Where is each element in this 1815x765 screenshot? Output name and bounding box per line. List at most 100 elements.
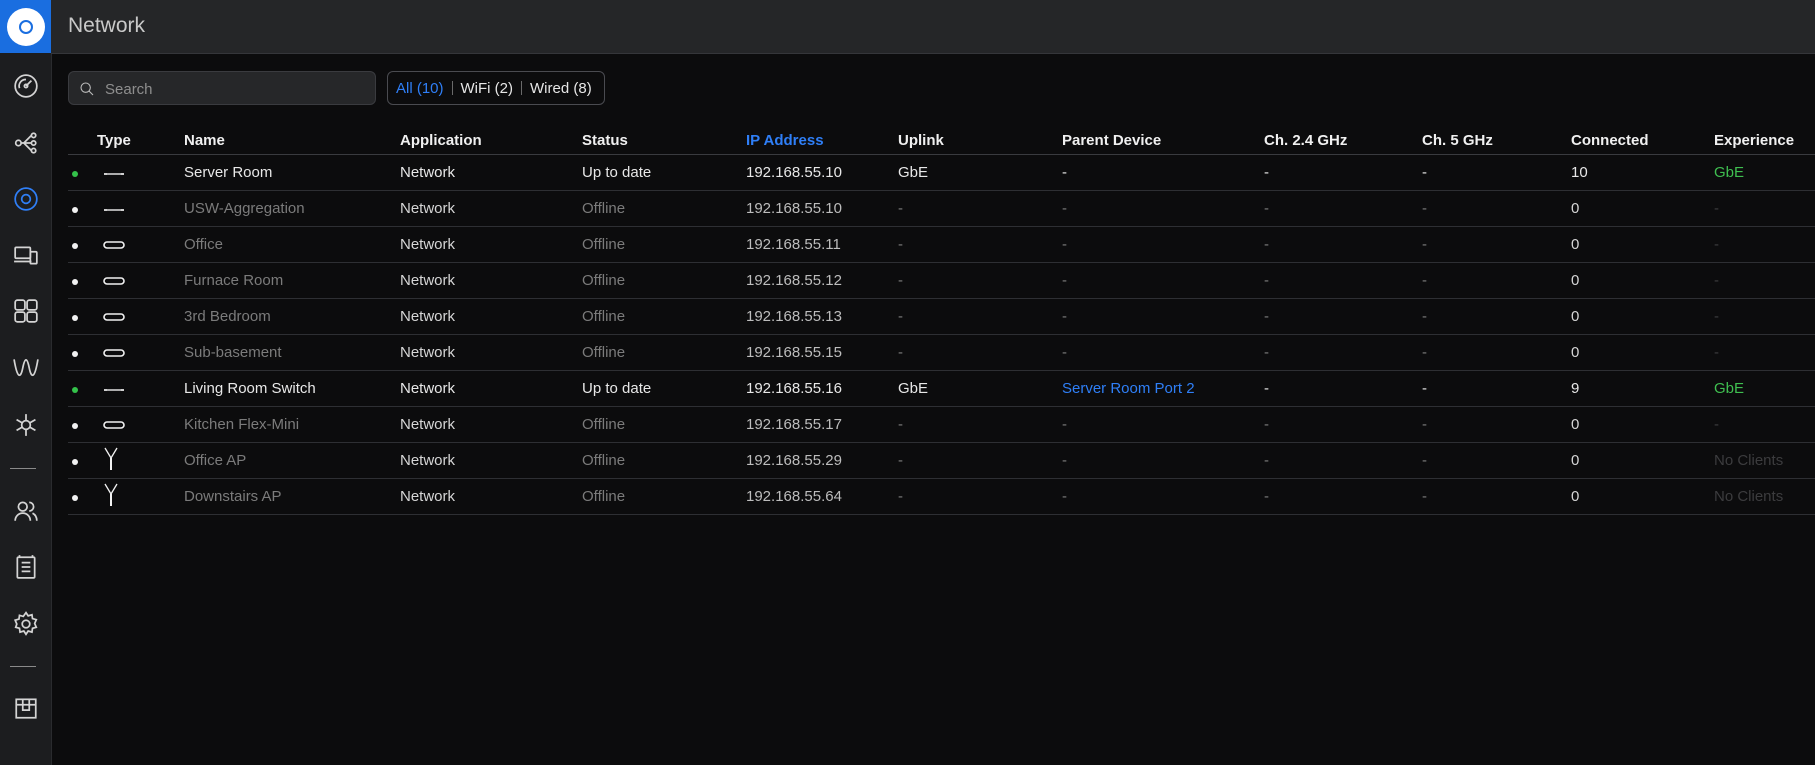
column-ip-address[interactable]: IP Address — [746, 126, 898, 155]
column-parent-device[interactable]: Parent Device — [1062, 126, 1264, 155]
devices-icon[interactable] — [0, 179, 51, 219]
filter-wifi[interactable]: WiFi (2) — [461, 80, 514, 97]
device-ch-5ghz: - — [1422, 370, 1571, 407]
device-name[interactable]: 3rd Bedroom — [184, 298, 400, 335]
switch-icon — [103, 164, 125, 181]
device-status: Offline — [582, 478, 746, 515]
search-box[interactable] — [68, 71, 376, 106]
column-ch-5ghz[interactable]: Ch. 5 GHz — [1422, 126, 1571, 155]
device-name[interactable]: USW-Aggregation — [184, 190, 400, 227]
status-dot-cell — [68, 262, 97, 299]
device-uplink: - — [898, 442, 1062, 479]
table-row[interactable]: Office AP Network Offline 192.168.55.29- - - -… — [68, 442, 1815, 479]
flex-mini-icon — [103, 272, 125, 289]
device-uplink: - — [898, 226, 1062, 263]
device-experience: GbE — [1714, 370, 1815, 407]
column-status[interactable]: Status — [582, 126, 746, 155]
device-parent: - — [1062, 406, 1264, 443]
device-parent: - — [1062, 190, 1264, 227]
filter-all[interactable]: All (10) — [396, 80, 444, 97]
status-dot-cell — [68, 334, 97, 371]
device-name[interactable]: Sub-basement — [184, 334, 400, 371]
device-experience: - — [1714, 298, 1815, 335]
table-row[interactable]: Living Room Switch Network Up to date 192.1… — [68, 370, 1815, 407]
device-ip-address: 192.168.55.17 — [746, 406, 898, 443]
device-experience: - — [1714, 334, 1815, 371]
topology-icon[interactable] — [0, 123, 51, 163]
device-status: Offline — [582, 190, 746, 227]
device-uplink: - — [898, 406, 1062, 443]
settings-icon[interactable] — [0, 604, 51, 644]
column-name[interactable]: Name — [184, 126, 400, 155]
table-row[interactable]: USW-Aggregation Network Offline 192.168.55.… — [68, 190, 1815, 227]
column-connected[interactable]: Connected — [1571, 126, 1714, 155]
sidebar-divider — [10, 468, 36, 469]
table-row[interactable]: Server Room Network Up to date 192.168.55.1… — [68, 154, 1815, 191]
column-type[interactable]: Type — [97, 126, 184, 155]
offline-status-dot — [72, 243, 78, 249]
device-ch-5ghz: - — [1422, 226, 1571, 263]
table-row[interactable]: Downstairs AP Network Offline 192.168.55.64… — [68, 478, 1815, 515]
device-ch-24ghz: - — [1264, 406, 1422, 443]
device-ch-24ghz: - — [1264, 298, 1422, 335]
clients-icon[interactable] — [0, 235, 51, 275]
device-ip-address: 192.168.55.10 — [746, 190, 898, 227]
device-name[interactable]: Living Room Switch — [184, 370, 400, 407]
table-row[interactable]: Kitchen Flex-Mini Network Offline 192.168.5… — [68, 406, 1815, 443]
device-ip-address: 192.168.55.15 — [746, 334, 898, 371]
status-dot-cell — [68, 298, 97, 335]
device-parent: - — [1062, 334, 1264, 371]
dashboard-icon[interactable] — [0, 66, 51, 106]
device-type-cell — [97, 190, 184, 227]
device-status: Up to date — [582, 370, 746, 407]
statistics-icon[interactable] — [0, 291, 51, 331]
device-experience: - — [1714, 262, 1815, 299]
device-ip-address: 192.168.55.10 — [746, 154, 898, 191]
table-row[interactable]: 3rd Bedroom Network Offline 192.168.55.13- -… — [68, 298, 1815, 335]
device-ch-24ghz: - — [1264, 226, 1422, 263]
device-type-cell — [97, 370, 184, 407]
access-point-icon — [103, 483, 119, 511]
column-uplink[interactable]: Uplink — [898, 126, 1062, 155]
device-name[interactable]: Server Room — [184, 154, 400, 191]
device-application: Network — [400, 406, 582, 443]
top-bar: Network — [51, 0, 1815, 54]
table-row[interactable]: Office Network Offline 192.168.55.11- - - -0- — [68, 226, 1815, 263]
logs-icon[interactable] — [0, 547, 51, 587]
device-ip-address: 192.168.55.64 — [746, 478, 898, 515]
insights-icon[interactable] — [0, 348, 51, 388]
status-dot-cell — [68, 478, 97, 515]
device-application: Network — [400, 226, 582, 263]
column-application[interactable]: Application — [400, 126, 582, 155]
device-ch-24ghz: - — [1264, 334, 1422, 371]
device-status: Offline — [582, 334, 746, 371]
device-parent[interactable]: Server Room Port 2 — [1062, 370, 1264, 407]
flex-mini-icon — [103, 416, 125, 433]
device-type-cell — [97, 154, 184, 191]
device-experience: GbE — [1714, 154, 1815, 191]
column-ch-24ghz[interactable]: Ch. 2.4 GHz — [1264, 126, 1422, 155]
offline-status-dot — [72, 495, 78, 501]
device-application: Network — [400, 334, 582, 371]
device-experience: - — [1714, 226, 1815, 263]
table-row[interactable]: Furnace Room Network Offline 192.168.55.12-… — [68, 262, 1815, 299]
offline-status-dot — [72, 351, 78, 357]
hotspot-icon[interactable] — [0, 405, 51, 445]
device-name[interactable]: Office — [184, 226, 400, 263]
device-parent: - — [1062, 154, 1264, 191]
device-name[interactable]: Kitchen Flex-Mini — [184, 406, 400, 443]
device-name[interactable]: Furnace Room — [184, 262, 400, 299]
device-name[interactable]: Office AP — [184, 442, 400, 479]
users-icon[interactable] — [0, 491, 51, 531]
ubiquiti-logo[interactable] — [0, 0, 51, 53]
device-application: Network — [400, 442, 582, 479]
device-name[interactable]: Downstairs AP — [184, 478, 400, 515]
table-row[interactable]: Sub-basement Network Offline 192.168.55.15 -… — [68, 334, 1815, 371]
device-connected: 0 — [1571, 334, 1714, 371]
device-parent: - — [1062, 298, 1264, 335]
filter-wired[interactable]: Wired (8) — [530, 80, 592, 97]
column-experience[interactable]: Experience — [1714, 126, 1815, 155]
device-uplink: - — [898, 298, 1062, 335]
search-input[interactable] — [103, 72, 372, 106]
shop-icon[interactable] — [0, 688, 51, 728]
